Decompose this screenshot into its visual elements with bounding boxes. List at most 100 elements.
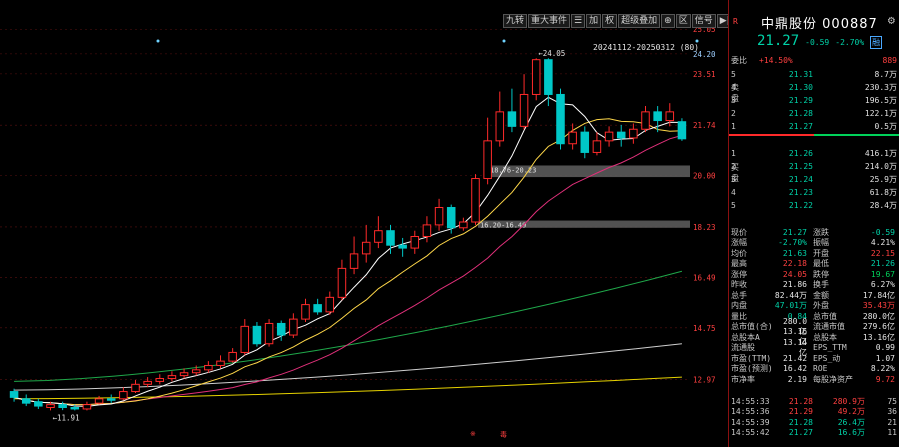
stat-value: 19.67 — [870, 269, 895, 279]
stock-name: 中鼎股份 — [761, 17, 818, 32]
stock-code: 000887 — [822, 17, 878, 32]
book-row[interactable]: 3 21.24 25.9万 — [729, 173, 899, 186]
candle-up — [82, 404, 92, 410]
toolbar-button[interactable]: 重大事件 — [528, 14, 571, 28]
candle-up — [143, 380, 152, 385]
toolbar-button[interactable]: 超级叠加 — [618, 14, 661, 28]
book-price: 21.22 — [788, 201, 813, 210]
tick-time: 14:55:33 — [731, 396, 770, 406]
stat-row: 流通股 13.14亿 EPS_TTM 0.99 — [729, 338, 899, 357]
candle-up — [228, 351, 237, 362]
candle-up — [495, 111, 505, 142]
toolbar-button[interactable]: ☰ — [571, 14, 586, 28]
book-volume: 61.8万 — [869, 188, 897, 197]
stat-label: 流通股 — [731, 343, 755, 353]
stat-label: 总市值 — [813, 311, 837, 321]
signal-mark-2[interactable]: 毒 — [500, 430, 507, 440]
candle-up — [191, 369, 201, 374]
candle-down — [507, 111, 517, 127]
price-change-pct: -2.70% — [835, 38, 865, 47]
book-price: 21.29 — [788, 96, 813, 105]
y-axis-label: 20.00 — [693, 172, 716, 181]
stat-value: 82.44万 — [774, 290, 807, 300]
stat-row: 总市值(合) 280.0亿 流通市值 279.6亿 — [729, 317, 899, 336]
y-axis-label: 12.97 — [693, 375, 716, 384]
candle-up — [216, 360, 225, 366]
y-axis-label: 16.49 — [693, 273, 716, 282]
gap-label: 16.20-16.49 — [480, 222, 526, 230]
book-price: 21.30 — [788, 83, 813, 92]
book-row[interactable]: 3 21.29 196.5万 — [729, 94, 899, 107]
order-ratio-pct: +14.50% — [759, 56, 793, 65]
book-row[interactable]: 2 21.28 122.1万 — [729, 107, 899, 120]
stat-value: 21.86 — [782, 280, 807, 290]
book-price: 21.24 — [788, 175, 813, 184]
stat-row: 昨收 21.86 换手 6.27% — [729, 280, 899, 291]
kline-chart[interactable]: 18.76-20.23 16.20-16.49 ←24.05 ←11.91 25.05 2… — [0, 0, 728, 447]
candle-up — [155, 378, 165, 382]
stat-row: 涨停 24.05 跌停 19.67 — [729, 269, 899, 280]
stat-value: 17.84亿 — [862, 290, 895, 300]
quote-header: R 中鼎股份 000887 ⚙ — [729, 0, 899, 34]
candle-down — [386, 230, 395, 246]
tick-volume: 49.2万 — [837, 407, 865, 417]
candle-up — [471, 178, 480, 223]
book-volume: 8.7万 — [874, 70, 897, 79]
margin-badge[interactable]: 融 — [870, 36, 883, 49]
bid-caption: 买盘 — [731, 163, 739, 183]
book-row[interactable]: 1 21.27 0.5万 — [729, 120, 899, 133]
kline-canvas[interactable]: 18.76-20.2316.20-16.49←24.05←11.9125.052… — [0, 0, 728, 447]
book-row[interactable]: 1 21.26 416.1万 — [729, 147, 899, 160]
tick-row: 14:55:42 21.27 16.6万 11 — [729, 428, 899, 439]
book-row[interactable]: 5 21.22 28.4万 — [729, 199, 899, 212]
stat-value: 21.63 — [782, 248, 807, 258]
stat-value: 47.01万 — [774, 301, 807, 311]
book-level: 1 — [731, 122, 736, 131]
book-volume: 230.3万 — [864, 83, 897, 92]
stat-label: 振幅 — [813, 238, 829, 248]
toolbar-button[interactable]: ⊕ — [661, 14, 675, 28]
stat-value: 35.43万 — [862, 301, 895, 311]
book-price: 21.28 — [788, 109, 813, 118]
book-level: 5 — [731, 70, 736, 79]
stat-value: 2.19 — [787, 374, 807, 384]
book-price: 21.31 — [788, 70, 813, 79]
candle-up — [568, 131, 577, 145]
stat-label: 涨幅 — [731, 238, 747, 248]
candle-up — [240, 325, 250, 353]
tick-volume: 280.9万 — [832, 396, 865, 406]
toolbar-button[interactable]: 区 — [675, 14, 691, 28]
toolbar-button[interactable]: 加 — [586, 14, 602, 28]
tick-time: 14:55:36 — [731, 407, 770, 417]
order-ratio-diff: 889 — [882, 56, 897, 65]
book-price: 21.25 — [788, 162, 813, 171]
stats-table: 现价 21.27 涨跌 -0.59 涨幅 -2.70% 振幅 4.21% 均价 21.63 开盘 22… — [729, 227, 899, 385]
signal-mark-1[interactable]: ※ — [470, 430, 476, 438]
tick-count: 11 — [887, 428, 897, 438]
gear-icon[interactable]: ⚙ — [888, 13, 895, 27]
book-volume: 122.1万 — [864, 109, 897, 118]
tick-list[interactable]: 14:55:33 21.28 280.9万 75 14:55:36 21.29 49.2万 3… — [729, 396, 899, 438]
stat-value: 6.27% — [870, 280, 895, 290]
tick-price: 21.27 — [788, 428, 813, 438]
candle-up — [361, 241, 371, 255]
candle-up — [434, 207, 444, 226]
toolbar-button[interactable]: 信号 — [691, 14, 716, 28]
stat-value: 21.27 — [782, 227, 807, 237]
book-row[interactable]: 4 21.23 61.8万 — [729, 186, 899, 199]
toolbar-button[interactable]: ▶| — [716, 14, 728, 28]
stat-label: 总手 — [731, 290, 747, 300]
toolbar-button[interactable]: 九转 — [503, 14, 528, 28]
book-divider-green — [814, 134, 899, 136]
candle-up — [337, 267, 347, 298]
book-row[interactable]: 4 21.30 230.3万 — [729, 81, 899, 94]
book-row[interactable]: 5 21.31 8.7万 — [729, 68, 899, 81]
ma60-line — [14, 270, 683, 382]
stat-value: 21.42 — [783, 353, 808, 363]
book-row[interactable]: 2 21.25 214.0万 — [729, 160, 899, 173]
stat-value: 13.16亿 — [862, 332, 895, 342]
candle-up — [459, 221, 468, 229]
toolbar-button[interactable]: 权 — [602, 14, 618, 28]
stat-label: 量比 — [731, 311, 747, 321]
high-annotation: ←24.05 — [538, 49, 565, 58]
